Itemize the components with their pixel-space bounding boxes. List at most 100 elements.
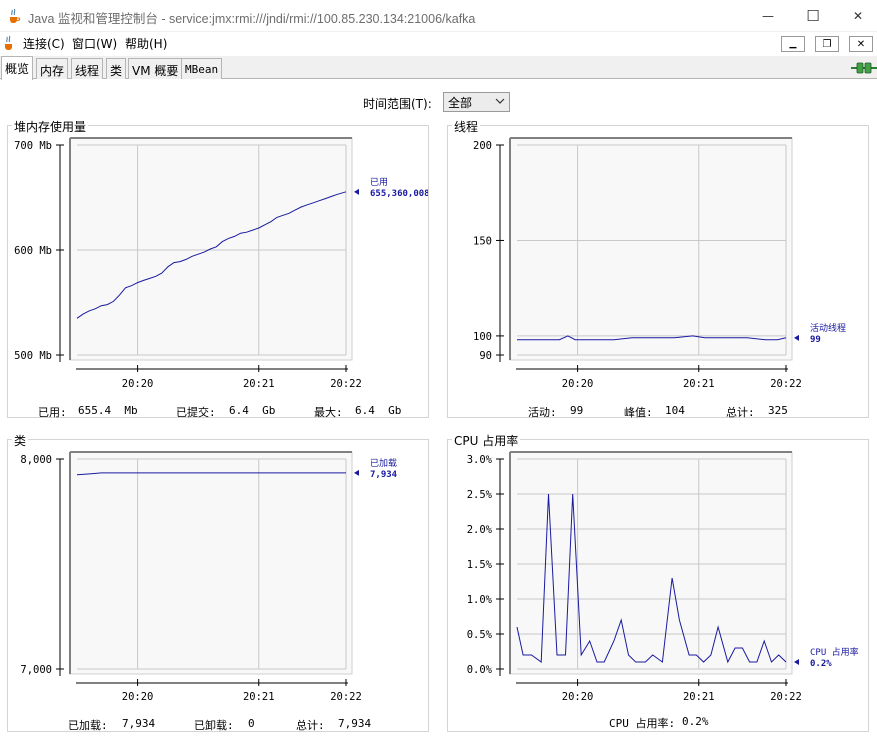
legend-marker: [794, 334, 799, 341]
close-icon: ✕: [852, 9, 864, 23]
java-cup-icon: [10, 8, 21, 23]
tab-mbean[interactable]: MBean: [181, 58, 223, 79]
legend-series-value: 655,360,008: [370, 189, 428, 199]
classes-total-value: 7,934: [338, 717, 372, 730]
x-tick-label: 20:21: [243, 378, 275, 390]
legend-series-value: 7,934: [370, 470, 398, 480]
tab-vm-summary[interactable]: VM 概要: [128, 58, 183, 79]
x-tick-label: 20:21: [683, 378, 715, 390]
classes-loaded-value: 7,934: [122, 717, 156, 730]
cpu-usage-value: 0.2%: [682, 715, 709, 728]
x-tick-label: 20:20: [122, 378, 154, 390]
heap-max-value: 6.4 Gb: [355, 404, 402, 417]
x-tick-label: 20:20: [122, 691, 154, 703]
y-tick-label: 8,000: [20, 454, 52, 466]
y-tick-label: 100: [473, 331, 492, 343]
x-tick-label: 20:22: [770, 691, 802, 703]
threads-chart: 20:20 20:21 20:22 90 100 150 200 活动线程99: [473, 137, 846, 390]
y-tick-label: 600 Mb: [14, 245, 52, 257]
y-tick-label: 3.0%: [467, 454, 493, 466]
classes-loaded-label: 已加载:: [68, 719, 108, 732]
menu-help[interactable]: 帮助(H): [125, 35, 167, 52]
window-minimize-button[interactable]: —: [745, 0, 791, 32]
x-tick-label: 20:20: [562, 378, 594, 390]
y-tick-label: 7,000: [20, 664, 52, 676]
legend-series-name: 已用: [370, 177, 388, 188]
tab-strip: 概览 内存 线程 类 VM 概要 MBean: [0, 56, 877, 80]
time-range-select[interactable]: 全部: [443, 92, 510, 112]
heap-memory-panel: 堆内存使用量 20:20 20:21 20:22 500 Mb 600 Mb 700 Mb…: [7, 118, 429, 419]
legend-series-value: 0.2%: [810, 659, 832, 669]
plot-area: [509, 137, 793, 361]
heap-memory-chart: 20:20 20:21 20:22 500 Mb 600 Mb 700 Mb 已用655,3…: [14, 137, 428, 390]
legend-series-name: 已加载: [370, 457, 397, 469]
restore-icon: ❐: [822, 38, 832, 50]
cpu-usage-chart: 20:20 20:21 20:22 0.0% 0.5% 1.0% 1.5% 2.0% 2.5% 3…: [467, 451, 859, 703]
y-tick-label: 0.0%: [467, 664, 493, 676]
close-icon: ✕: [856, 38, 866, 50]
overview-content: 时间范围(T): 全部 堆内存使用量 20:20 20:21 20:22 500 Mb…: [0, 80, 877, 741]
menu-window[interactable]: 窗口(W): [72, 35, 117, 52]
window-maximize-button[interactable]: ☐: [790, 0, 836, 32]
threads-total-value: 325: [768, 404, 788, 417]
cpu-usage-panel: CPU 占用率 20:20 20:21 20:22 0.0% 0.5% 1.0% 1.5% 2…: [447, 432, 869, 732]
tab-overview[interactable]: 概览: [1, 56, 34, 80]
cpu-usage-label: CPU 占用率:: [609, 717, 676, 730]
legend-series-name: CPU 占用率: [810, 646, 859, 658]
plot-area: [69, 451, 353, 675]
legend-marker: [354, 469, 359, 476]
menu-bar: 连接(C) 窗口(W) 帮助(H): [0, 32, 877, 54]
x-tick-label: 20:22: [330, 378, 362, 390]
legend-series-value: 99: [810, 335, 821, 345]
minimize-icon: —: [762, 9, 774, 23]
maximize-icon: ☐: [806, 7, 820, 25]
heap-committed-value: 6.4 Gb: [229, 404, 276, 417]
x-tick-label: 20:20: [562, 691, 594, 703]
window-titlebar: Java 监视和管理控制台 - service:jmx:rmi:///jndi/…: [0, 0, 877, 32]
internal-minimize-button[interactable]: ▁: [781, 36, 805, 52]
y-tick-label: 0.5%: [467, 629, 493, 641]
x-tick-label: 20:21: [683, 691, 715, 703]
y-tick-label: 150: [473, 235, 492, 247]
threads-live-value: 99: [570, 404, 584, 417]
y-tick-label: 500 Mb: [14, 350, 52, 362]
legend-marker: [354, 188, 359, 195]
menu-connection[interactable]: 连接(C): [23, 35, 65, 52]
classes-unloaded-label: 已卸载:: [194, 719, 234, 732]
window-close-button[interactable]: ✕: [835, 0, 877, 32]
classes-total-label: 总计:: [296, 719, 325, 732]
tab-threads[interactable]: 线程: [71, 58, 104, 79]
heap-committed-label: 已提交:: [176, 406, 216, 419]
heap-used-label: 已用:: [38, 406, 67, 419]
y-tick-label: 1.0%: [467, 594, 493, 606]
x-tick-label: 20:21: [243, 691, 275, 703]
threads-panel: 线程 20:20 20:21 20:22 90 100 150 200 活动线程 99 活动: …: [447, 118, 869, 419]
y-tick-label: 90: [479, 350, 492, 362]
y-tick-label: 2.0%: [467, 524, 493, 536]
classes-panel: 类 20:20 20:21 20:22 7,000 8,000 已加载 7,934 已加载:…: [7, 432, 429, 732]
time-range-label: 时间范围(T):: [363, 97, 432, 111]
classes-unloaded-value: 0: [248, 717, 255, 730]
window-title: Java 监视和管理控制台 - service:jmx:rmi:///jndi/…: [28, 12, 476, 26]
legend-marker: [794, 659, 799, 665]
x-tick-label: 20:22: [770, 378, 802, 390]
internal-restore-button[interactable]: ❐: [815, 36, 839, 52]
internal-close-button[interactable]: ✕: [849, 36, 873, 52]
threads-peak-label: 峰值:: [624, 406, 653, 419]
minimize-icon: ▁: [789, 39, 797, 49]
y-tick-label: 1.5%: [467, 559, 493, 571]
heap-used-value: 655.4 Mb: [78, 404, 138, 417]
x-tick-label: 20:22: [330, 691, 362, 703]
connection-plug-icon: [851, 62, 877, 74]
classes-chart: 20:20 20:21 20:22 7,000 8,000 已加载7,934: [20, 451, 398, 703]
time-range-value: 全部: [448, 96, 473, 110]
threads-live-label: 活动:: [528, 406, 557, 419]
tab-classes[interactable]: 类: [106, 58, 127, 79]
java-cup-icon[interactable]: [1, 35, 17, 51]
legend-series-name: 活动线程: [810, 322, 846, 334]
heap-max-label: 最大:: [314, 406, 343, 419]
threads-peak-value: 104: [665, 404, 685, 417]
chevron-down-icon: [495, 98, 505, 104]
threads-total-label: 总计:: [726, 406, 755, 419]
tab-memory[interactable]: 内存: [36, 58, 69, 79]
